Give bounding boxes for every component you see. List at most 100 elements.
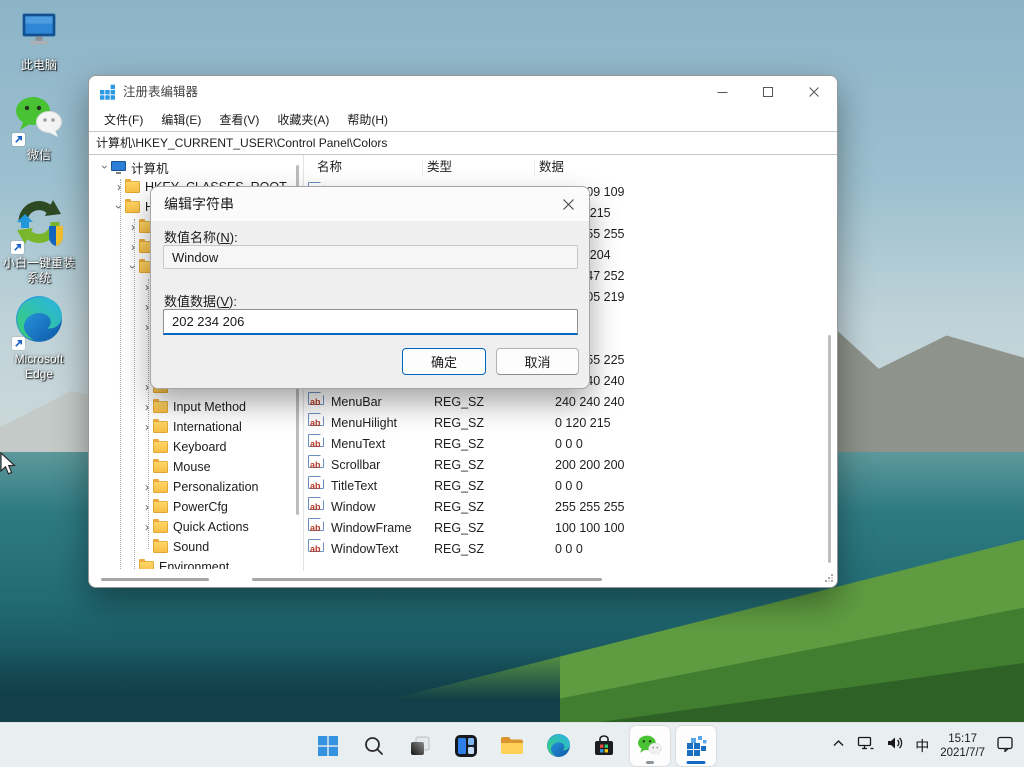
dialog-title: 编辑字符串 [164, 187, 234, 221]
registry-value-row[interactable]: WindowText REG_SZ 0 0 0 [304, 539, 837, 560]
close-button[interactable] [791, 76, 837, 108]
value-name: Window [331, 497, 375, 518]
value-name-field[interactable] [163, 245, 578, 269]
chevron-icon[interactable] [141, 480, 153, 494]
column-divider[interactable] [422, 159, 423, 176]
dialog-title-bar[interactable]: 编辑字符串 [151, 187, 589, 221]
task-view-button[interactable] [400, 726, 440, 766]
list-vertical-scrollbar[interactable] [828, 335, 831, 563]
tree-item[interactable]: Quick Actions [89, 517, 302, 537]
value-data: 0 120 215 [555, 413, 611, 434]
ok-button[interactable]: 确定 [402, 348, 486, 375]
ime-language-indicator[interactable]: 中 [915, 736, 929, 756]
network-icon[interactable] [857, 735, 875, 756]
tree-item[interactable]: Mouse [89, 457, 302, 477]
chevron-icon[interactable] [99, 160, 111, 174]
mouse-cursor [0, 452, 18, 481]
minimize-button[interactable] [699, 76, 745, 108]
value-name: WindowFrame [331, 518, 412, 539]
chevron-icon[interactable] [141, 440, 153, 454]
value-type: REG_SZ [434, 518, 484, 539]
tree-item[interactable]: Sound [89, 537, 302, 557]
menu-item[interactable]: 文件(F) [95, 109, 152, 131]
tree-item-label: Quick Actions [173, 520, 249, 534]
registry-value-row[interactable]: TitleText REG_SZ 0 0 0 [304, 476, 837, 497]
tree-item-label: PowerCfg [173, 500, 228, 514]
chevron-icon[interactable] [113, 180, 125, 194]
chevron-icon[interactable] [127, 240, 139, 254]
list-header: 名称 类型 数据 [304, 155, 837, 180]
maximize-button[interactable] [745, 76, 791, 108]
desktop-icon-xiaobai-reinstall[interactable]: 小白一键重装系统 [0, 196, 78, 286]
chevron-icon[interactable] [141, 420, 153, 434]
reg-sz-string-icon [308, 434, 324, 447]
desktop-icon-wechat[interactable]: 微信 [0, 94, 78, 163]
regedit-taskbar-button[interactable] [676, 726, 716, 766]
chevron-icon[interactable] [127, 560, 139, 569]
widgets-button[interactable] [446, 726, 486, 766]
tree-item[interactable]: Keyboard [89, 437, 302, 457]
column-header-data[interactable]: 数据 [539, 155, 564, 180]
registry-value-row[interactable]: Window REG_SZ 255 255 255 [304, 497, 837, 518]
tree-item[interactable]: 计算机 [89, 157, 302, 177]
notification-center-icon[interactable] [996, 735, 1014, 757]
menu-item[interactable]: 帮助(H) [338, 109, 397, 131]
column-divider[interactable] [534, 159, 535, 176]
value-type: REG_SZ [434, 413, 484, 434]
edge-icon [14, 294, 64, 349]
chevron-icon[interactable] [141, 460, 153, 474]
title-bar[interactable]: 注册表编辑器 [89, 76, 837, 109]
shortcut-arrow-icon [11, 241, 24, 254]
value-data-label: 数值数据(V): [164, 291, 237, 310]
chevron-icon[interactable] [127, 220, 139, 234]
menu-item[interactable]: 收藏夹(A) [268, 109, 338, 131]
desktop-icon-microsoft-edge[interactable]: Microsoft Edge [0, 294, 78, 382]
edge-button[interactable] [538, 726, 578, 766]
cancel-button[interactable]: 取消 [496, 348, 579, 375]
tree-item[interactable]: International [89, 417, 302, 437]
tree-item[interactable]: Environment [89, 557, 302, 569]
registry-value-row[interactable]: Scrollbar REG_SZ 200 200 200 [304, 455, 837, 476]
menu-item[interactable]: 编辑(E) [152, 109, 210, 131]
tree-item[interactable]: PowerCfg [89, 497, 302, 517]
address-bar[interactable]: 计算机\HKEY_CURRENT_USER\Control Panel\Colo… [89, 131, 837, 155]
search-button[interactable] [354, 726, 394, 766]
tree-item[interactable]: Input Method [89, 397, 302, 417]
window-resize-grip[interactable] [825, 574, 827, 576]
store-button[interactable] [584, 726, 624, 766]
menu-bar: 文件(F)编辑(E)查看(V)收藏夹(A)帮助(H) [89, 109, 837, 131]
tree-item-icon [153, 421, 168, 433]
menu-item[interactable]: 查看(V) [210, 109, 268, 131]
value-data-field[interactable] [163, 309, 578, 335]
chevron-icon[interactable] [141, 400, 153, 414]
desktop-icon-this-pc[interactable]: 此电脑 [0, 10, 78, 73]
registry-value-row[interactable]: WindowFrame REG_SZ 100 100 100 [304, 518, 837, 539]
wechat-icon [14, 94, 64, 145]
chevron-icon[interactable] [113, 200, 125, 214]
chevron-icon[interactable] [141, 540, 153, 554]
dialog-close-icon[interactable] [555, 191, 581, 217]
registry-value-row[interactable]: MenuBar REG_SZ 240 240 240 [304, 392, 837, 413]
value-name: WindowText [331, 539, 398, 560]
tree-item-icon [125, 181, 140, 193]
volume-icon[interactable] [886, 735, 904, 756]
file-explorer-button[interactable] [492, 726, 532, 766]
shortcut-arrow-icon [12, 133, 25, 146]
tray-clock[interactable]: 15:17 2021/7/7 [940, 732, 985, 760]
tree-item-label: Keyboard [173, 440, 227, 454]
value-name: Scrollbar [331, 455, 380, 476]
chevron-icon[interactable] [141, 520, 153, 534]
column-header-name[interactable]: 名称 [317, 155, 342, 180]
wechat-taskbar-button[interactable] [630, 726, 670, 766]
chevron-icon[interactable] [141, 500, 153, 514]
registry-value-row[interactable]: MenuHilight REG_SZ 0 120 215 [304, 413, 837, 434]
chevron-icon[interactable] [127, 260, 139, 274]
tree-horizontal-scrollbar[interactable] [101, 578, 209, 581]
list-horizontal-scrollbar[interactable] [252, 578, 602, 581]
start-button[interactable] [308, 726, 348, 766]
tray-chevron-up-icon[interactable] [831, 736, 846, 756]
registry-value-row[interactable]: MenuText REG_SZ 0 0 0 [304, 434, 837, 455]
tree-item[interactable]: Personalization [89, 477, 302, 497]
active-indicator [687, 761, 706, 764]
column-header-type[interactable]: 类型 [427, 155, 452, 180]
